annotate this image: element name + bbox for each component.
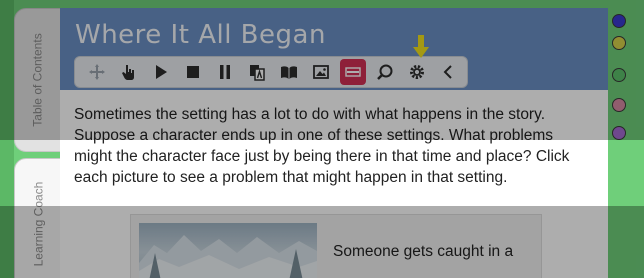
- tab-label: Learning Coach: [31, 181, 46, 267]
- nav-dot-purple[interactable]: [612, 126, 626, 140]
- tab-table-of-contents[interactable]: Table of Contents: [14, 8, 62, 152]
- image-icon[interactable]: [305, 59, 337, 85]
- zoom-icon[interactable]: [369, 59, 401, 85]
- page-header: Where It All Began: [60, 8, 608, 90]
- hand-pointer-icon[interactable]: [113, 59, 145, 85]
- setting-card[interactable]: Someone gets caught in a: [130, 214, 542, 278]
- page-nav-dots: [608, 8, 630, 278]
- lesson-paragraph: Sometimes the setting has a lot to do wi…: [74, 106, 570, 186]
- app-frame: Table of Contents Learning Coach Where I…: [0, 0, 644, 278]
- move-icon[interactable]: [81, 59, 113, 85]
- lesson-page: Where It All Began Sometimes the setting…: [60, 8, 608, 278]
- nav-dot-yellow[interactable]: [612, 36, 626, 50]
- reader-toolbar: [74, 56, 468, 88]
- pointer-arrow-icon: [413, 35, 429, 58]
- translate-icon[interactable]: [241, 59, 273, 85]
- left-border: [0, 0, 14, 278]
- setting-caption: Someone gets caught in a: [333, 243, 514, 260]
- nav-dot-blue[interactable]: [612, 14, 626, 28]
- setting-picture[interactable]: [139, 223, 317, 278]
- stop-icon[interactable]: [177, 59, 209, 85]
- nav-dot-green[interactable]: [612, 68, 626, 82]
- chevron-left-icon[interactable]: [433, 59, 465, 85]
- pause-icon[interactable]: [209, 59, 241, 85]
- tab-label: Table of Contents: [31, 33, 45, 127]
- tab-learning-coach[interactable]: Learning Coach: [14, 158, 62, 278]
- gear-icon[interactable]: [401, 59, 433, 85]
- highlight-mask-icon[interactable]: [340, 59, 366, 85]
- book-icon[interactable]: [273, 59, 305, 85]
- nav-dot-pink[interactable]: [612, 98, 626, 112]
- side-tabs: Table of Contents Learning Coach: [14, 8, 64, 278]
- page-title: Where It All Began: [75, 20, 326, 50]
- play-icon[interactable]: [145, 59, 177, 85]
